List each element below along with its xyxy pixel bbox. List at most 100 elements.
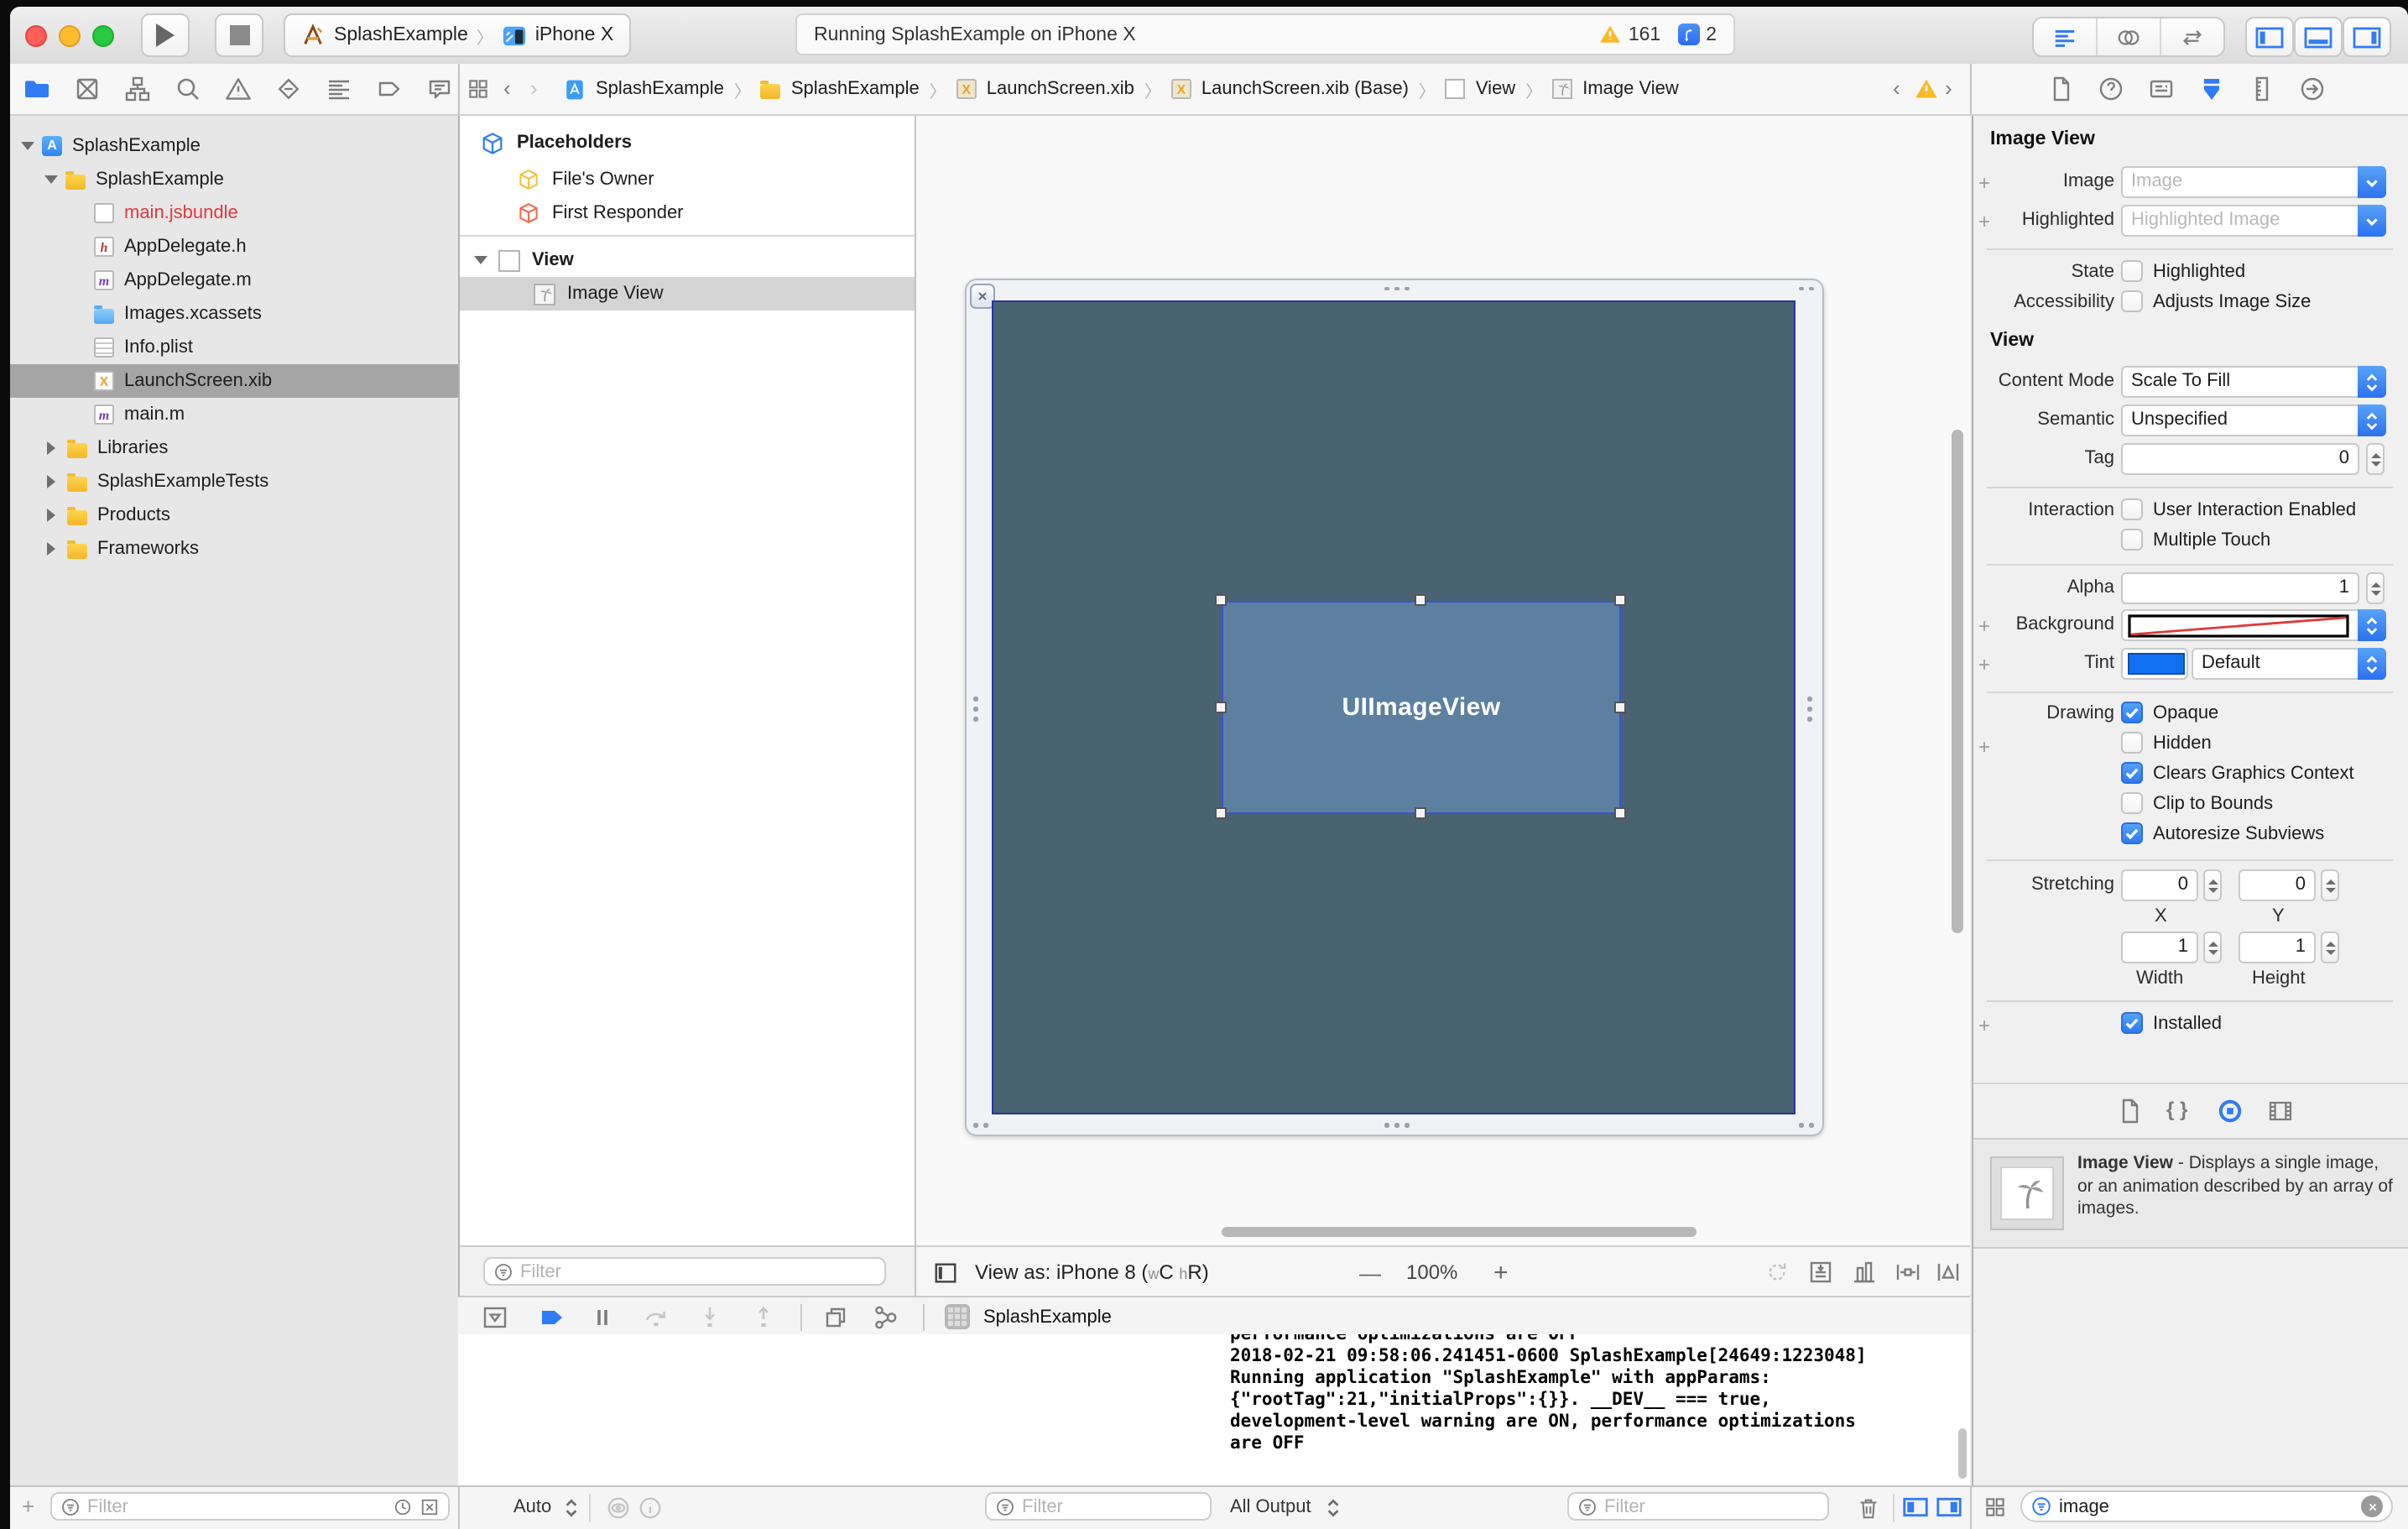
outline-row-files-owner[interactable]: File's Owner — [460, 163, 915, 196]
trash-icon[interactable] — [1856, 1495, 1881, 1521]
clears-graphics-checkbox[interactable] — [2121, 762, 2143, 784]
clip-to-bounds-checkbox[interactable] — [2121, 792, 2143, 814]
tint-popup[interactable]: Default — [2192, 648, 2386, 680]
tab-breakpoint-navigator[interactable] — [376, 76, 403, 102]
outline-row-placeholders[interactable]: Placeholders — [460, 126, 915, 159]
combo-dropdown-icon[interactable] — [2358, 205, 2386, 237]
activity-viewer[interactable]: Running SplashExample on iPhone X 161 2 — [795, 13, 1735, 55]
outline-row-image-view-selected[interactable]: Image View — [460, 277, 915, 310]
stretch-height-stepper[interactable] — [2321, 931, 2339, 963]
hidden-label[interactable]: Hidden — [2153, 732, 2212, 755]
tag-field[interactable]: 0 — [2121, 443, 2359, 475]
device-frame[interactable]: UIImageView — [965, 279, 1824, 1136]
disclosure-triangle-icon[interactable] — [47, 441, 55, 455]
opaque-checkbox[interactable] — [2121, 702, 2143, 723]
nav-row-file-selected[interactable]: X LaunchScreen.xib — [10, 364, 458, 398]
scope-stepper-icon[interactable] — [564, 1495, 579, 1521]
forward-button[interactable]: › — [530, 76, 538, 101]
tab-connections-inspector[interactable] — [2299, 76, 2326, 102]
align-icon[interactable] — [1851, 1259, 1878, 1286]
nav-row-file[interactable]: h AppDelegate.h — [10, 230, 458, 264]
hidden-checkbox[interactable] — [2121, 732, 2143, 754]
console-filter-field[interactable]: Filter — [1567, 1492, 1829, 1521]
resize-handle[interactable] — [1415, 594, 1426, 606]
nav-row-file[interactable]: Info.plist — [10, 331, 458, 364]
resize-handle[interactable] — [1614, 807, 1626, 819]
tab-code-snippet-library[interactable]: { } — [2166, 1098, 2187, 1121]
library-item-image-view[interactable]: Image View - Displays a single image, or… — [1973, 1138, 2408, 1249]
update-frames-icon[interactable] — [1764, 1259, 1790, 1286]
breadcrumb[interactable]: LaunchScreen.xib (Base) — [1201, 79, 1409, 99]
zoom-out-button[interactable]: — — [1359, 1260, 1381, 1285]
next-issue-button[interactable]: › — [1945, 76, 1952, 101]
navigator-filter-field[interactable]: Filter — [50, 1492, 450, 1521]
stretch-width-stepper[interactable] — [2203, 931, 2222, 963]
popup-stepper-icon[interactable] — [2358, 648, 2386, 680]
warning-count[interactable]: 161 — [1629, 24, 1660, 44]
source-control-filter-icon[interactable] — [420, 1496, 440, 1516]
image-combo-field[interactable]: Image — [2121, 166, 2386, 198]
breadcrumb[interactable]: Image View — [1582, 79, 1679, 99]
console-output[interactable]: performance optimizations are OFF 2018-0… — [1220, 1334, 1970, 1487]
tab-quick-help-inspector[interactable] — [2098, 76, 2124, 102]
tint-color-well[interactable] — [2121, 648, 2188, 680]
tab-find-navigator[interactable] — [175, 76, 201, 102]
library-switcher-grid-icon[interactable] — [1983, 1495, 2007, 1519]
popup-stepper-icon[interactable] — [2358, 366, 2386, 398]
stretch-x-stepper[interactable] — [2203, 869, 2222, 901]
nav-row-group[interactable]: SplashExample — [10, 163, 458, 196]
tab-identity-inspector[interactable] — [2148, 76, 2175, 102]
print-description-icon[interactable] — [638, 1495, 663, 1521]
embed-in-stack-icon[interactable] — [1807, 1259, 1834, 1286]
add-constraints-icon[interactable] — [1895, 1259, 1921, 1286]
nav-row-group[interactable]: Libraries — [10, 431, 458, 465]
nav-row-file[interactable]: m AppDelegate.m — [10, 264, 458, 297]
resolve-autolayout-icon[interactable] — [1935, 1259, 1962, 1286]
stretch-width-field[interactable]: 1 — [2121, 931, 2198, 963]
popup-stepper-icon[interactable] — [2358, 609, 2386, 641]
debug-process-label[interactable]: SplashExample — [983, 1307, 1112, 1327]
autoresize-subviews-label[interactable]: Autoresize Subviews — [2153, 822, 2324, 846]
tab-source-control[interactable] — [74, 76, 101, 102]
toggle-inspector-button[interactable] — [2343, 17, 2391, 57]
breadcrumb[interactable]: View — [1476, 79, 1515, 99]
toggle-navigator-button[interactable] — [2245, 17, 2294, 57]
tab-test-navigator[interactable] — [275, 76, 302, 102]
uiimageview-object[interactable]: UIImageView — [1222, 601, 1621, 814]
back-button[interactable]: ‹ — [503, 76, 511, 101]
resize-handle[interactable] — [1215, 594, 1227, 606]
tab-file-inspector[interactable] — [2047, 76, 2074, 102]
standard-editor-button[interactable] — [2034, 18, 2098, 55]
window-zoom-button[interactable] — [92, 25, 114, 47]
nav-row-group[interactable]: Frameworks — [10, 532, 458, 566]
step-out-icon[interactable] — [750, 1303, 777, 1330]
breakpoints-toggle-icon[interactable] — [539, 1303, 566, 1330]
previous-issue-button[interactable]: ‹ — [1893, 76, 1900, 101]
console-scope-popup[interactable]: All Output — [1230, 1497, 1311, 1517]
tab-object-library[interactable] — [2217, 1098, 2244, 1125]
tab-issue-navigator[interactable] — [225, 76, 252, 102]
tag-stepper[interactable] — [2366, 443, 2385, 475]
tab-symbol-navigator[interactable] — [124, 76, 151, 102]
variables-scope-popup[interactable]: Auto — [513, 1497, 551, 1517]
outline-filter-field[interactable]: Filter — [483, 1257, 886, 1286]
resize-handle[interactable] — [1614, 594, 1626, 606]
window-minimize-button[interactable] — [59, 25, 81, 47]
alpha-field[interactable]: 1 — [2121, 572, 2359, 604]
autoresize-subviews-checkbox[interactable] — [2121, 822, 2143, 844]
add-filter-icon[interactable]: + — [22, 1495, 34, 1517]
stretch-x-field[interactable]: 0 — [2121, 869, 2198, 901]
resize-handle[interactable] — [1215, 702, 1227, 713]
view-as-label[interactable]: View as: iPhone 8 (wC hR) — [975, 1260, 1209, 1284]
nav-row-group[interactable]: Products — [10, 498, 458, 532]
breadcrumb[interactable]: SplashExample — [791, 79, 920, 99]
library-search-field[interactable]: image — [2020, 1490, 2393, 1522]
stretch-y-stepper[interactable] — [2321, 869, 2339, 901]
tab-file-template-library[interactable] — [2116, 1098, 2143, 1125]
resize-handle[interactable] — [1415, 807, 1426, 819]
alpha-stepper[interactable] — [2366, 572, 2385, 604]
disclosure-triangle-icon[interactable] — [44, 175, 58, 184]
tab-debug-navigator[interactable] — [326, 76, 352, 102]
nav-row-group[interactable]: SplashExampleTests — [10, 465, 458, 498]
issue-count[interactable]: 2 — [1706, 24, 1717, 44]
